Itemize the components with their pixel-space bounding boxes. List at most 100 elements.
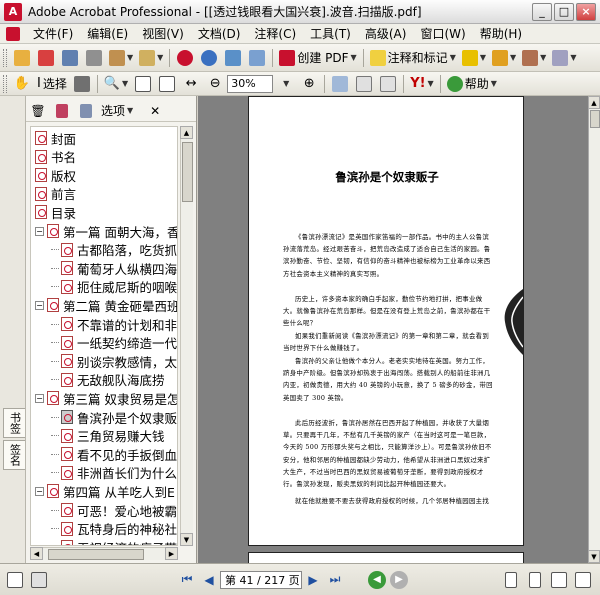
organizer-icon[interactable]: ▼ [107,47,135,69]
bookmark-item[interactable]: 鲁滨孙是个奴隶贩 [51,408,177,426]
save-icon[interactable] [59,47,81,69]
document-menu-icon[interactable] [6,26,20,41]
bookmark-section[interactable]: − 第四篇 从羊吃人到E [35,482,175,500]
snapshot-icon[interactable] [71,73,93,95]
menu-help[interactable]: 帮助(H) [473,25,529,42]
document-properties-icon[interactable] [28,569,50,591]
bookmark-section[interactable]: − 第三篇 奴隶贸易是怎 [35,389,177,407]
toolbar-grip[interactable] [3,48,7,67]
attach-icon[interactable]: ▼ [550,47,578,69]
menu-comments[interactable]: 注释(C) [247,25,303,42]
rotate-icon[interactable] [329,73,351,95]
scroll-down-icon[interactable]: ▼ [588,550,600,563]
help-button[interactable]: 帮助 ▼ [445,73,499,95]
bookmark-item[interactable]: 非洲酋长们为什么 [51,464,177,482]
menu-edit[interactable]: 编辑(E) [80,25,135,42]
close-button[interactable]: × [576,2,596,21]
bookmark-item[interactable]: 别谈宗教感情，太 [51,352,177,370]
bookmark-item[interactable]: 古都陷落，吃货抓 [51,241,177,259]
bookmark-item[interactable]: 葡萄牙人纵横四海 [51,259,177,277]
lock-icon[interactable]: ▼ [490,47,518,69]
bookmark-item[interactable]: 无视经济的疯子带 [51,538,177,545]
collapse-toggle-icon[interactable]: − [35,300,44,310]
document-view[interactable]: 鲁滨孙是个奴隶贩子 《鲁滨孙漂流记》是英国作家笛福的一部作品。书中的主人公鲁滨孙… [198,96,588,563]
zoom-icon[interactable]: 🔍 ▼ [102,73,130,95]
open-icon[interactable] [11,47,33,69]
close-pane-icon[interactable]: ✕ [144,100,166,122]
create-pdf-button[interactable]: 创建 PDF ▼ [277,47,358,69]
scroll-thumb[interactable] [48,549,144,560]
continuous-facing-layout-icon[interactable] [572,569,594,591]
menu-tools[interactable]: 工具(T) [303,25,358,42]
scroll-up-icon[interactable]: ▲ [180,126,193,139]
menu-document[interactable]: 文档(D) [191,25,248,42]
actual-size-icon[interactable] [132,73,154,95]
continuous-layout-icon[interactable] [524,569,546,591]
pen-icon[interactable]: ▼ [520,47,548,69]
forms-icon[interactable] [246,47,268,69]
last-page-icon[interactable]: ⏭ [324,570,346,590]
continuous-icon[interactable] [377,73,399,95]
maximize-button[interactable]: □ [554,2,574,21]
scroll-thumb[interactable] [590,110,600,128]
scroll-right-icon[interactable]: ▶ [165,547,178,560]
expand-bookmark-icon[interactable] [75,100,97,122]
menu-advanced[interactable]: 高级(A) [358,25,414,42]
zoom-out-icon[interactable]: ⊖ [204,73,226,95]
bookmark-vertical-scrollbar[interactable]: ▲ ▼ [180,126,193,546]
facing-layout-icon[interactable] [548,569,570,591]
zoom-in-icon[interactable]: ⊕ [298,73,320,95]
scroll-down-icon[interactable]: ▼ [180,533,193,546]
single-page-icon[interactable] [353,73,375,95]
email-icon[interactable]: ▼ [137,47,165,69]
first-page-icon[interactable]: ⏮ [176,570,198,590]
previous-page-icon[interactable]: ◀ [198,570,220,590]
bookmark-item[interactable]: 可恶！爱心地被霸 [51,501,177,519]
bookmark-item[interactable]: 看不见的手扳倒血 [51,445,177,463]
tab-signatures[interactable]: 签名 [3,440,25,470]
toolbar-grip[interactable] [3,74,7,93]
secure-icon[interactable] [174,47,196,69]
create-pdf-from-file-icon[interactable] [35,47,57,69]
fit-page-icon[interactable] [156,73,178,95]
bookmark-section[interactable]: − 第一篇 面朝大海，香 [35,222,177,240]
new-bookmark-icon[interactable] [51,100,73,122]
scroll-up-icon[interactable]: ▲ [588,96,600,109]
bookmark-section[interactable]: 目录 [35,203,76,221]
scroll-thumb[interactable] [182,142,193,202]
menu-file[interactable]: 文件(F) [26,25,80,42]
zoom-input[interactable]: 30% [227,74,274,93]
bookmark-item[interactable]: 一纸契约缔造一代 [51,334,177,352]
bookmark-horizontal-scrollbar[interactable]: ◀ ▶ [30,547,178,560]
page-size-icon[interactable] [4,569,26,591]
go-forward-icon[interactable]: ▶ [390,570,408,589]
minimize-button[interactable]: _ [532,2,552,21]
print-icon[interactable] [83,47,105,69]
collapse-toggle-icon[interactable]: − [35,486,44,496]
menu-window[interactable]: 窗口(W) [413,25,472,42]
collapse-toggle-icon[interactable]: − [35,226,44,236]
delete-bookmark-icon[interactable]: 🗑 [27,100,49,122]
bookmark-section[interactable]: 前言 [35,185,76,203]
yahoo-icon[interactable]: Y! ▼ [408,73,436,95]
single-page-layout-icon[interactable] [500,569,522,591]
options-menu[interactable]: 选项 ▼ [99,100,135,122]
bookmark-section[interactable]: 书名 [35,148,76,166]
scroll-left-icon[interactable]: ◀ [30,547,43,560]
bookmark-section[interactable]: 版权 [35,166,76,184]
bookmark-item[interactable]: 无敌舰队海底捞 [51,371,165,389]
next-page-icon[interactable]: ▶ [302,570,324,590]
review-icon[interactable] [198,47,220,69]
bookmark-item[interactable]: 扼住威尼斯的咽喉 [51,278,177,296]
zoom-dropdown-icon[interactable]: ▼ [274,73,296,95]
menu-view[interactable]: 视图(V) [135,25,191,42]
tab-bookmarks[interactable]: 书签 [3,408,25,438]
bookmark-item[interactable]: 三角贸易赚大钱 [51,427,165,445]
collapse-toggle-icon[interactable]: − [35,393,44,403]
bookmark-item[interactable]: 瓦特身后的神秘社 [51,520,177,538]
bookmark-section[interactable]: 封面 [35,129,76,147]
document-scrollbar[interactable]: ▲ ▼ [588,96,600,563]
fit-width-icon[interactable]: ↔ [180,73,202,95]
go-back-icon[interactable]: ◀ [368,570,386,589]
page-number-input[interactable]: 第 41 / 217 页 [220,570,302,589]
